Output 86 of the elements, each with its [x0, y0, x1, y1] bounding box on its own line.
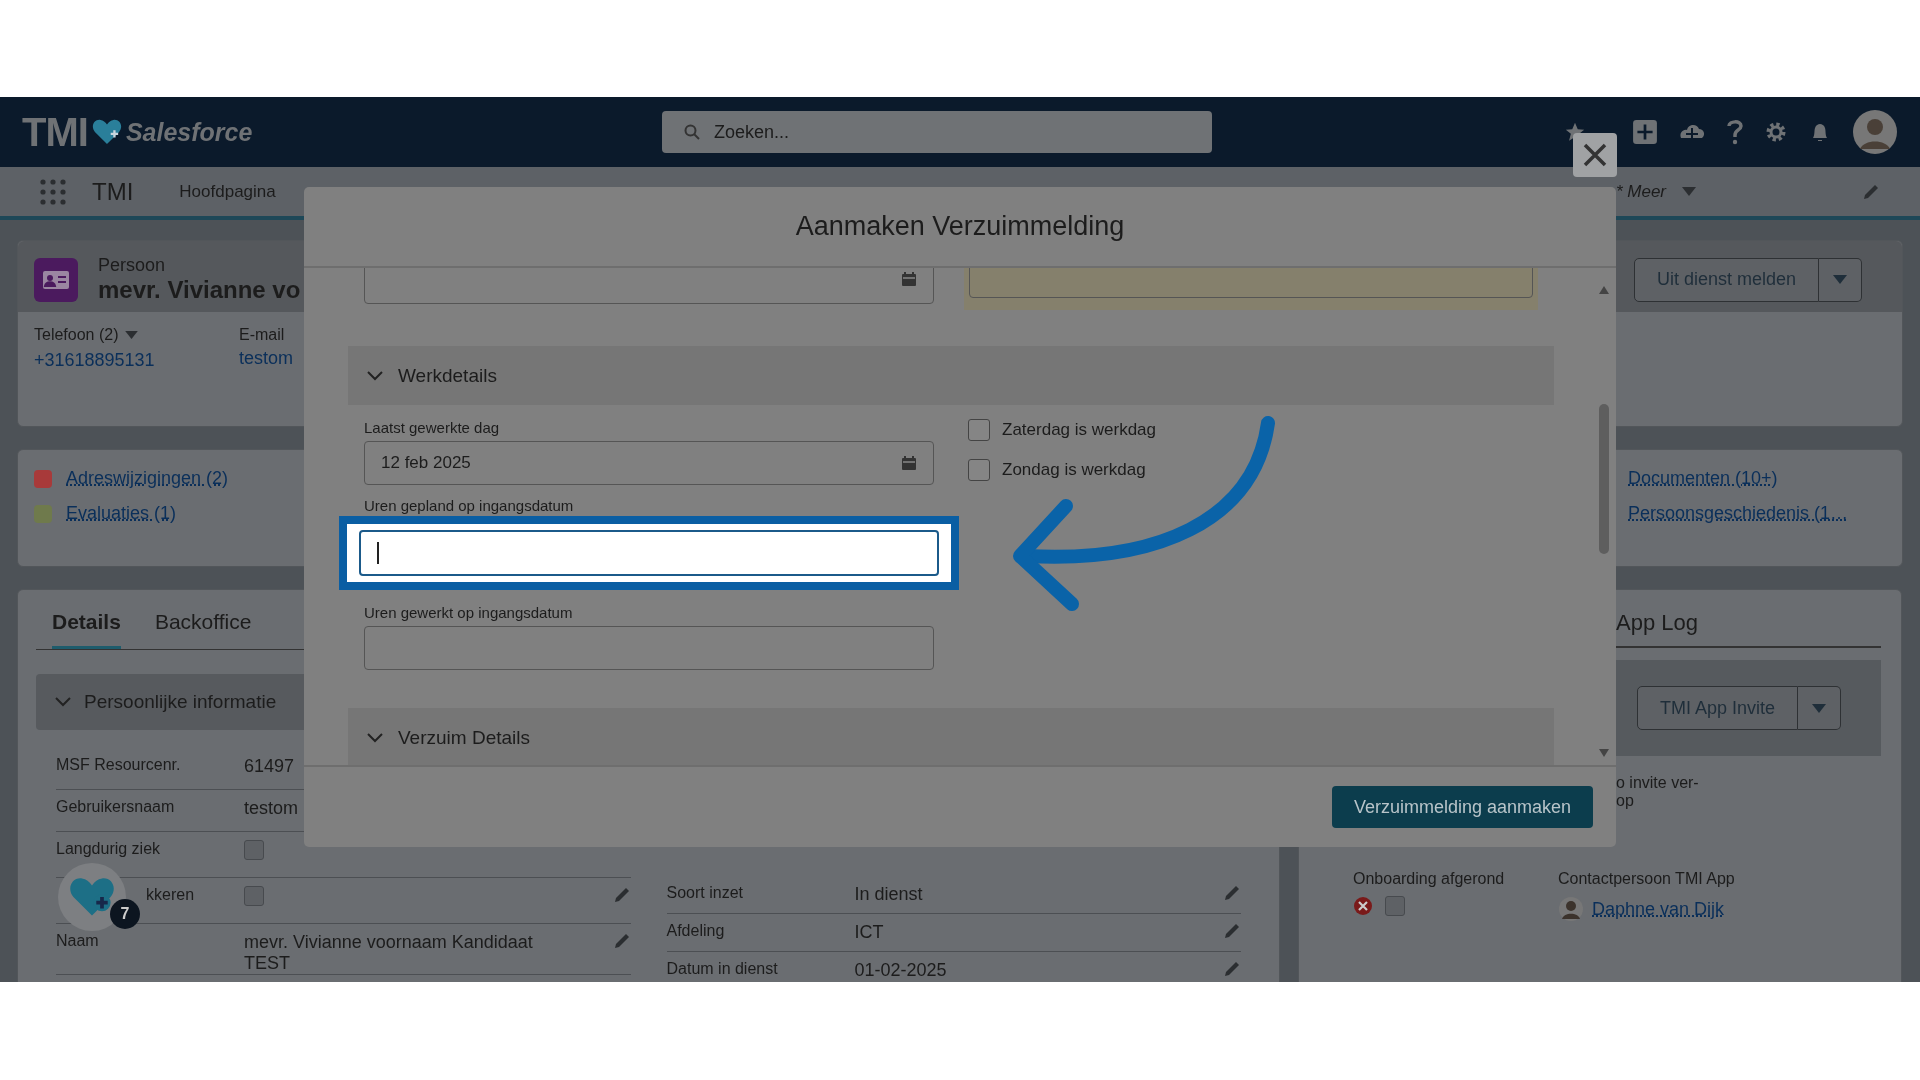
plus-icon[interactable]: [1632, 119, 1658, 145]
field-label: Afdeling: [666, 922, 725, 940]
checkbox[interactable]: [968, 459, 990, 481]
close-icon: [1582, 142, 1608, 168]
invite-button[interactable]: TMI App Invite: [1636, 686, 1798, 730]
field-value: In dienst: [854, 884, 924, 905]
note-text: o invite ver- op: [1616, 774, 1699, 811]
related-link[interactable]: Persoonsgeschiedenis (1…: [1628, 503, 1868, 524]
caret-icon[interactable]: [124, 330, 138, 340]
field-label: Contactpersoon TMI App: [1558, 869, 1736, 889]
field-label: Laatst gewerkte dag: [364, 419, 501, 436]
pencil-icon[interactable]: [1223, 960, 1241, 978]
scrollbar[interactable]: [1598, 286, 1610, 757]
calendar-icon: [901, 271, 917, 287]
input-field[interactable]: [364, 626, 934, 670]
date-field[interactable]: 12 feb 2025: [364, 441, 934, 485]
field-value: 12 feb 2025: [381, 453, 471, 473]
pencil-icon[interactable]: [1862, 182, 1880, 201]
phone-link[interactable]: +31618895131: [34, 350, 239, 371]
field-value: testom: [244, 798, 300, 819]
pencil-icon[interactable]: [1223, 884, 1241, 902]
error-icon: [1353, 896, 1373, 916]
input-field[interactable]: [359, 530, 939, 576]
field-value: 61497: [244, 756, 296, 777]
record-type: Persoon: [98, 255, 167, 276]
app-name: TMI: [92, 177, 134, 206]
submit-button[interactable]: Verzuimmelding aanmaken: [1331, 786, 1593, 828]
field-value: ICT: [854, 922, 885, 943]
section-header[interactable]: Verzuim Details: [348, 708, 1554, 765]
pencil-icon[interactable]: [612, 886, 631, 904]
heart-plus-icon: [69, 877, 115, 917]
dropdown-button[interactable]: [1819, 257, 1862, 302]
email-link[interactable]: testom: [239, 348, 294, 369]
record-name: mevr. Vivianne vo: [98, 276, 301, 304]
up-arrow-icon[interactable]: [1599, 286, 1609, 294]
contact-card-icon: [34, 257, 78, 302]
tab[interactable]: Details: [52, 610, 121, 649]
related-link[interactable]: Evaluaties (1): [66, 503, 177, 524]
calendar-icon: [901, 455, 917, 471]
caret-icon[interactable]: [1682, 186, 1696, 197]
nav-tab[interactable]: Hoofdpagina: [179, 181, 276, 202]
section-title: Persoonlijke informatie: [84, 691, 277, 713]
field-label: E-mail: [239, 326, 286, 344]
search-field[interactable]: Zoeken...: [662, 111, 1212, 153]
brand-text: Salesforce: [125, 117, 253, 147]
field-label: MSF Resourcenr.: [56, 756, 181, 774]
related-link[interactable]: Documenten (10+): [1628, 468, 1868, 489]
checkbox[interactable]: [968, 419, 990, 441]
uit-dienst-button[interactable]: Uit dienst melden: [1633, 257, 1819, 302]
field-label: Naam: [56, 932, 99, 950]
caret-icon: [1812, 703, 1826, 714]
field-label: Onboarding afgerond: [1353, 869, 1506, 889]
heart-icon: [91, 119, 122, 145]
checkbox-label: Zaterdag is werkdag: [1002, 420, 1157, 440]
field-label: Langdurig ziek: [56, 840, 161, 858]
section-title: Verzuim Details: [398, 726, 530, 749]
checkbox-label: Zondag is werkdag: [1002, 460, 1146, 480]
field-label: Uren gepland op ingangsdatum: [364, 497, 575, 514]
app-launcher-icon[interactable]: [40, 178, 66, 205]
caret-icon: [1833, 275, 1847, 285]
pencil-icon[interactable]: [1223, 922, 1241, 940]
help-icon[interactable]: [1726, 119, 1744, 145]
modal-title: Aanmaken Verzuimmelding: [795, 211, 1125, 242]
close-button[interactable]: [1573, 133, 1617, 177]
field-label: Datum in dienst: [666, 960, 778, 978]
settings-icon[interactable]: [1764, 120, 1788, 144]
pencil-icon[interactable]: [612, 932, 631, 950]
section-title: Werkdetails: [398, 364, 497, 387]
field-value: mevr. Vivianne voornaam Kandidaat TEST: [244, 932, 534, 974]
field-value: 01-02-2025: [854, 960, 948, 981]
field-label: Soort inzet: [666, 884, 743, 902]
field-label: Gebruikersnaam: [56, 798, 175, 816]
avatar-icon: [1558, 896, 1584, 922]
search-icon: [684, 124, 700, 140]
field-label: Telefoon (2): [34, 326, 119, 344]
tab[interactable]: Backoffice: [154, 610, 252, 649]
field-label: Uren gewerkt op ingangsdatum: [364, 604, 574, 621]
section-header[interactable]: Werkdetails: [348, 346, 1554, 405]
field-label: kkeren: [146, 886, 195, 904]
dropdown-button[interactable]: [1798, 686, 1841, 730]
more-menu[interactable]: * Meer: [1615, 181, 1666, 202]
logo-text: TMI: [22, 109, 88, 155]
related-link[interactable]: Adreswijzigingen (2): [66, 468, 229, 489]
avatar-icon[interactable]: [1852, 109, 1898, 155]
contact-link[interactable]: Daphne van Dijk: [1592, 896, 1725, 922]
down-arrow-icon[interactable]: [1599, 749, 1609, 757]
